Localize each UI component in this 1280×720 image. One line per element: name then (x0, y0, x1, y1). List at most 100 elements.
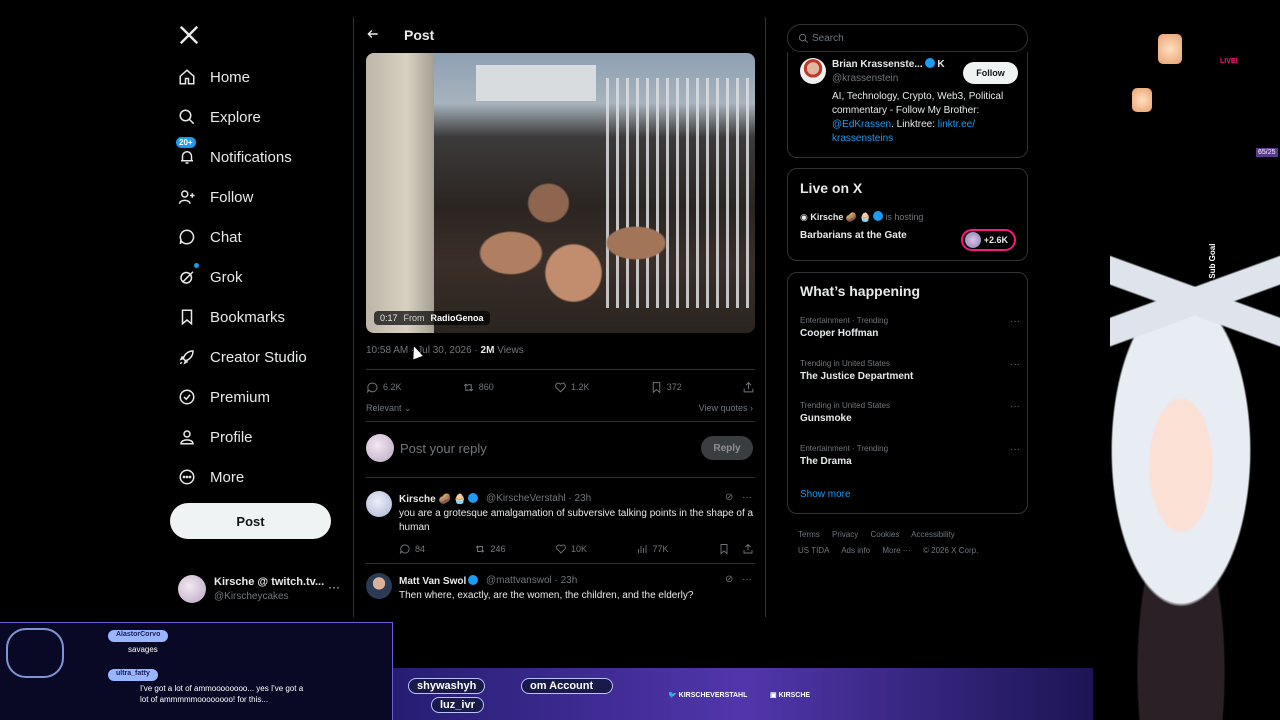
tweet-author: Matt Van Swol (399, 575, 479, 587)
like-action[interactable]: 10K (555, 543, 587, 555)
repost-count: 246 (490, 544, 506, 554)
nav-notifications[interactable]: 20+ Notifications (176, 137, 292, 171)
verified-badge-icon (468, 575, 479, 585)
nav-chat[interactable]: Chat (178, 223, 242, 251)
footer-link[interactable]: Ads info (841, 546, 870, 555)
listener-count[interactable]: +2.6K (961, 229, 1016, 251)
tweet-text: Then where, exactly, are the women, the … (399, 590, 694, 601)
reply-input[interactable] (400, 437, 690, 459)
nav-follow[interactable]: Follow (178, 183, 253, 211)
search-input[interactable] (812, 30, 1012, 46)
bio-mention-link[interactable]: @EdKrassen (832, 119, 891, 130)
footer-links: Terms Privacy Cookies Accessibility US T… (798, 527, 1028, 559)
more-dots-icon[interactable]: ··· (1010, 401, 1020, 412)
more-dots-icon[interactable]: ··· (742, 492, 752, 503)
chevron-right-icon: › (750, 403, 753, 413)
bookmark-action[interactable] (718, 543, 754, 555)
back-arrow-icon[interactable] (366, 27, 380, 41)
twitter-handle: 🐦 KIRSCHEVERSTAHL (668, 691, 747, 699)
nav-label: Creator Studio (210, 348, 307, 366)
ticker-name: shywashyh (408, 678, 486, 694)
grok-icon[interactable]: ⊘ (725, 574, 733, 585)
more-dots-icon[interactable]: ··· (328, 580, 340, 594)
video-from-label: From (403, 313, 425, 323)
chat-icon (179, 229, 195, 245)
nav-grok[interactable]: Grok (178, 263, 243, 291)
follow-button[interactable]: Follow (963, 62, 1018, 84)
verified-badge-icon (924, 58, 935, 68)
tweet-text: you are a grotesque amalgamation of subv… (399, 508, 754, 533)
views-count: 77K (652, 544, 669, 554)
profile-name-text: Brian Krassenste... (832, 59, 923, 70)
chat-message: I've got a lot of ammoooooooo... yes I'v… (140, 684, 304, 704)
space-title[interactable]: Barbarians at the Gate (800, 230, 907, 241)
view-quotes-link[interactable]: View quotes › (699, 403, 753, 413)
nav-premium[interactable]: Premium (178, 383, 270, 411)
nav-more[interactable]: More (178, 463, 244, 491)
post-button[interactable]: Post (170, 503, 331, 539)
sort-relevant[interactable]: Relevant ⌄ (366, 403, 412, 414)
reply-button[interactable]: Reply (701, 436, 753, 460)
repost-action[interactable]: 246 (474, 543, 506, 555)
chat-username: ultra_fatty (108, 669, 158, 681)
space-host: ◉ Kirsche 🥔 🧁 is hosting (800, 211, 923, 223)
trend-item[interactable]: Trending in United States Gunsmoke ··· (800, 401, 1020, 424)
account-switcher[interactable]: Kirsche @ twitch.tv... @Kirscheycakes ··… (178, 574, 348, 604)
like-action[interactable]: 1.2K (554, 379, 590, 395)
avatar (178, 575, 206, 603)
bookmark-action[interactable]: 372 (650, 379, 682, 395)
vtuber-ears (1110, 240, 1280, 370)
ticker-name: om Account (521, 678, 613, 694)
footer-link[interactable]: US TIDA (798, 546, 829, 555)
footer-link[interactable]: Privacy (832, 530, 858, 539)
trend-item[interactable]: Entertainment · Trending Cooper Hoffman … (800, 316, 1020, 339)
profile-card[interactable]: Brian Krassenste... K @krassenstein Foll… (787, 52, 1028, 158)
nav-profile[interactable]: Profile (178, 423, 253, 451)
footer-copyright: © 2026 X Corp. (923, 546, 979, 555)
nav-explore[interactable]: Explore (178, 103, 261, 131)
profile-name: Brian Krassenste... K (832, 58, 945, 70)
section-title: Live on X (800, 180, 863, 196)
more-dots-icon[interactable]: ··· (1010, 359, 1020, 370)
more-dots-icon[interactable]: ··· (1010, 444, 1020, 455)
verified-badge-icon (468, 493, 479, 503)
search-box[interactable] (787, 24, 1028, 52)
nav-creator-studio[interactable]: Creator Studio (178, 343, 307, 371)
trend-category: Entertainment · Trending (800, 444, 889, 453)
bookmark-icon (720, 544, 728, 555)
footer-link[interactable]: Cookies (870, 530, 899, 539)
footer-link[interactable]: Terms (798, 530, 820, 539)
video-source-tag[interactable]: 0:17 From RadioGenoa (374, 311, 490, 325)
video-player[interactable]: 0:17 From RadioGenoa (366, 53, 755, 333)
trend-item[interactable]: Trending in United States The Justice De… (800, 359, 1020, 382)
more-dots-icon[interactable]: ··· (742, 574, 752, 585)
emoji-icon: 🥔 🧁 (438, 494, 467, 505)
chat-message: savages (128, 645, 158, 654)
nav-home[interactable]: Home (178, 63, 250, 91)
show-more-link[interactable]: Show more (800, 489, 851, 500)
views-action[interactable]: 77K (636, 543, 668, 555)
reply-action[interactable]: 6.2K (366, 379, 402, 395)
avatar: ◉ (800, 212, 808, 222)
twitter-icon: 🐦 (668, 692, 677, 699)
footer-link[interactable]: Accessibility (911, 530, 955, 539)
footer-link[interactable]: More ··· (882, 546, 910, 555)
section-title: What’s happening (800, 283, 921, 299)
share-action[interactable] (742, 379, 755, 395)
nav-label: Follow (210, 188, 254, 206)
verified-icon (179, 389, 195, 405)
trend-item[interactable]: Entertainment · Trending The Drama ··· (800, 444, 1020, 467)
grok-icon[interactable]: ⊘ (725, 492, 733, 503)
account-handle: @Kirscheycakes (214, 591, 289, 602)
nav-bookmarks[interactable]: Bookmarks (178, 303, 285, 331)
nav-label: Home (210, 68, 251, 86)
share-icon[interactable] (742, 543, 754, 555)
repost-action[interactable]: 860 (462, 379, 494, 395)
social-handle: KIRSCHEVERSTAHL (678, 692, 748, 699)
x-logo-icon[interactable] (178, 24, 200, 46)
reply-action[interactable]: 84 (399, 543, 425, 555)
more-dots-icon[interactable]: ··· (1010, 316, 1020, 327)
avatar (366, 491, 392, 517)
trend-category: Trending in United States (800, 401, 890, 410)
avatar (366, 573, 392, 599)
